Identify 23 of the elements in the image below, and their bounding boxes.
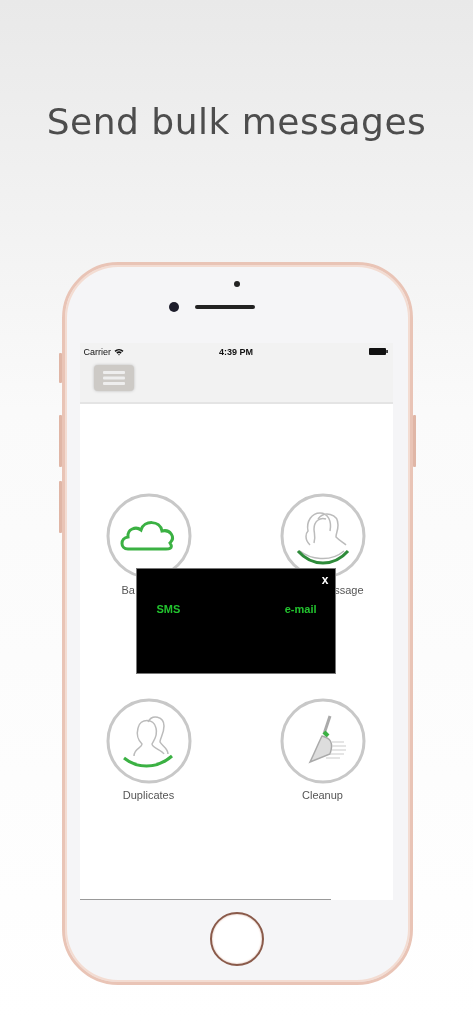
- tile-label: Ba: [121, 584, 135, 598]
- tile-label: ssage: [334, 584, 364, 598]
- home-button[interactable]: [209, 912, 264, 966]
- tile-label: Cleanup: [302, 789, 343, 803]
- tile-button[interactable]: [279, 698, 366, 784]
- option-button[interactable]: e-mail: [284, 603, 317, 615]
- people-icon: [296, 512, 349, 565]
- tile-label: Duplicates: [122, 789, 175, 803]
- menu-icon: [102, 371, 125, 385]
- tile-button[interactable]: [105, 698, 192, 784]
- status-time: 4:39 PM: [219, 346, 253, 357]
- close-button[interactable]: x: [321, 572, 329, 588]
- headline: Send bulk messages: [46, 100, 427, 142]
- camera-lens: [168, 302, 179, 312]
- people-icon: [122, 716, 173, 768]
- carrier-label: Carrier: [83, 346, 111, 357]
- option-button[interactable]: SMS: [156, 603, 181, 615]
- battery-icon: [369, 348, 389, 355]
- cloud-icon: [120, 521, 174, 551]
- sensor-dot: [233, 281, 240, 287]
- wifi-icon: [114, 347, 124, 356]
- speaker-grille: [194, 305, 255, 309]
- broom-icon: [308, 715, 347, 763]
